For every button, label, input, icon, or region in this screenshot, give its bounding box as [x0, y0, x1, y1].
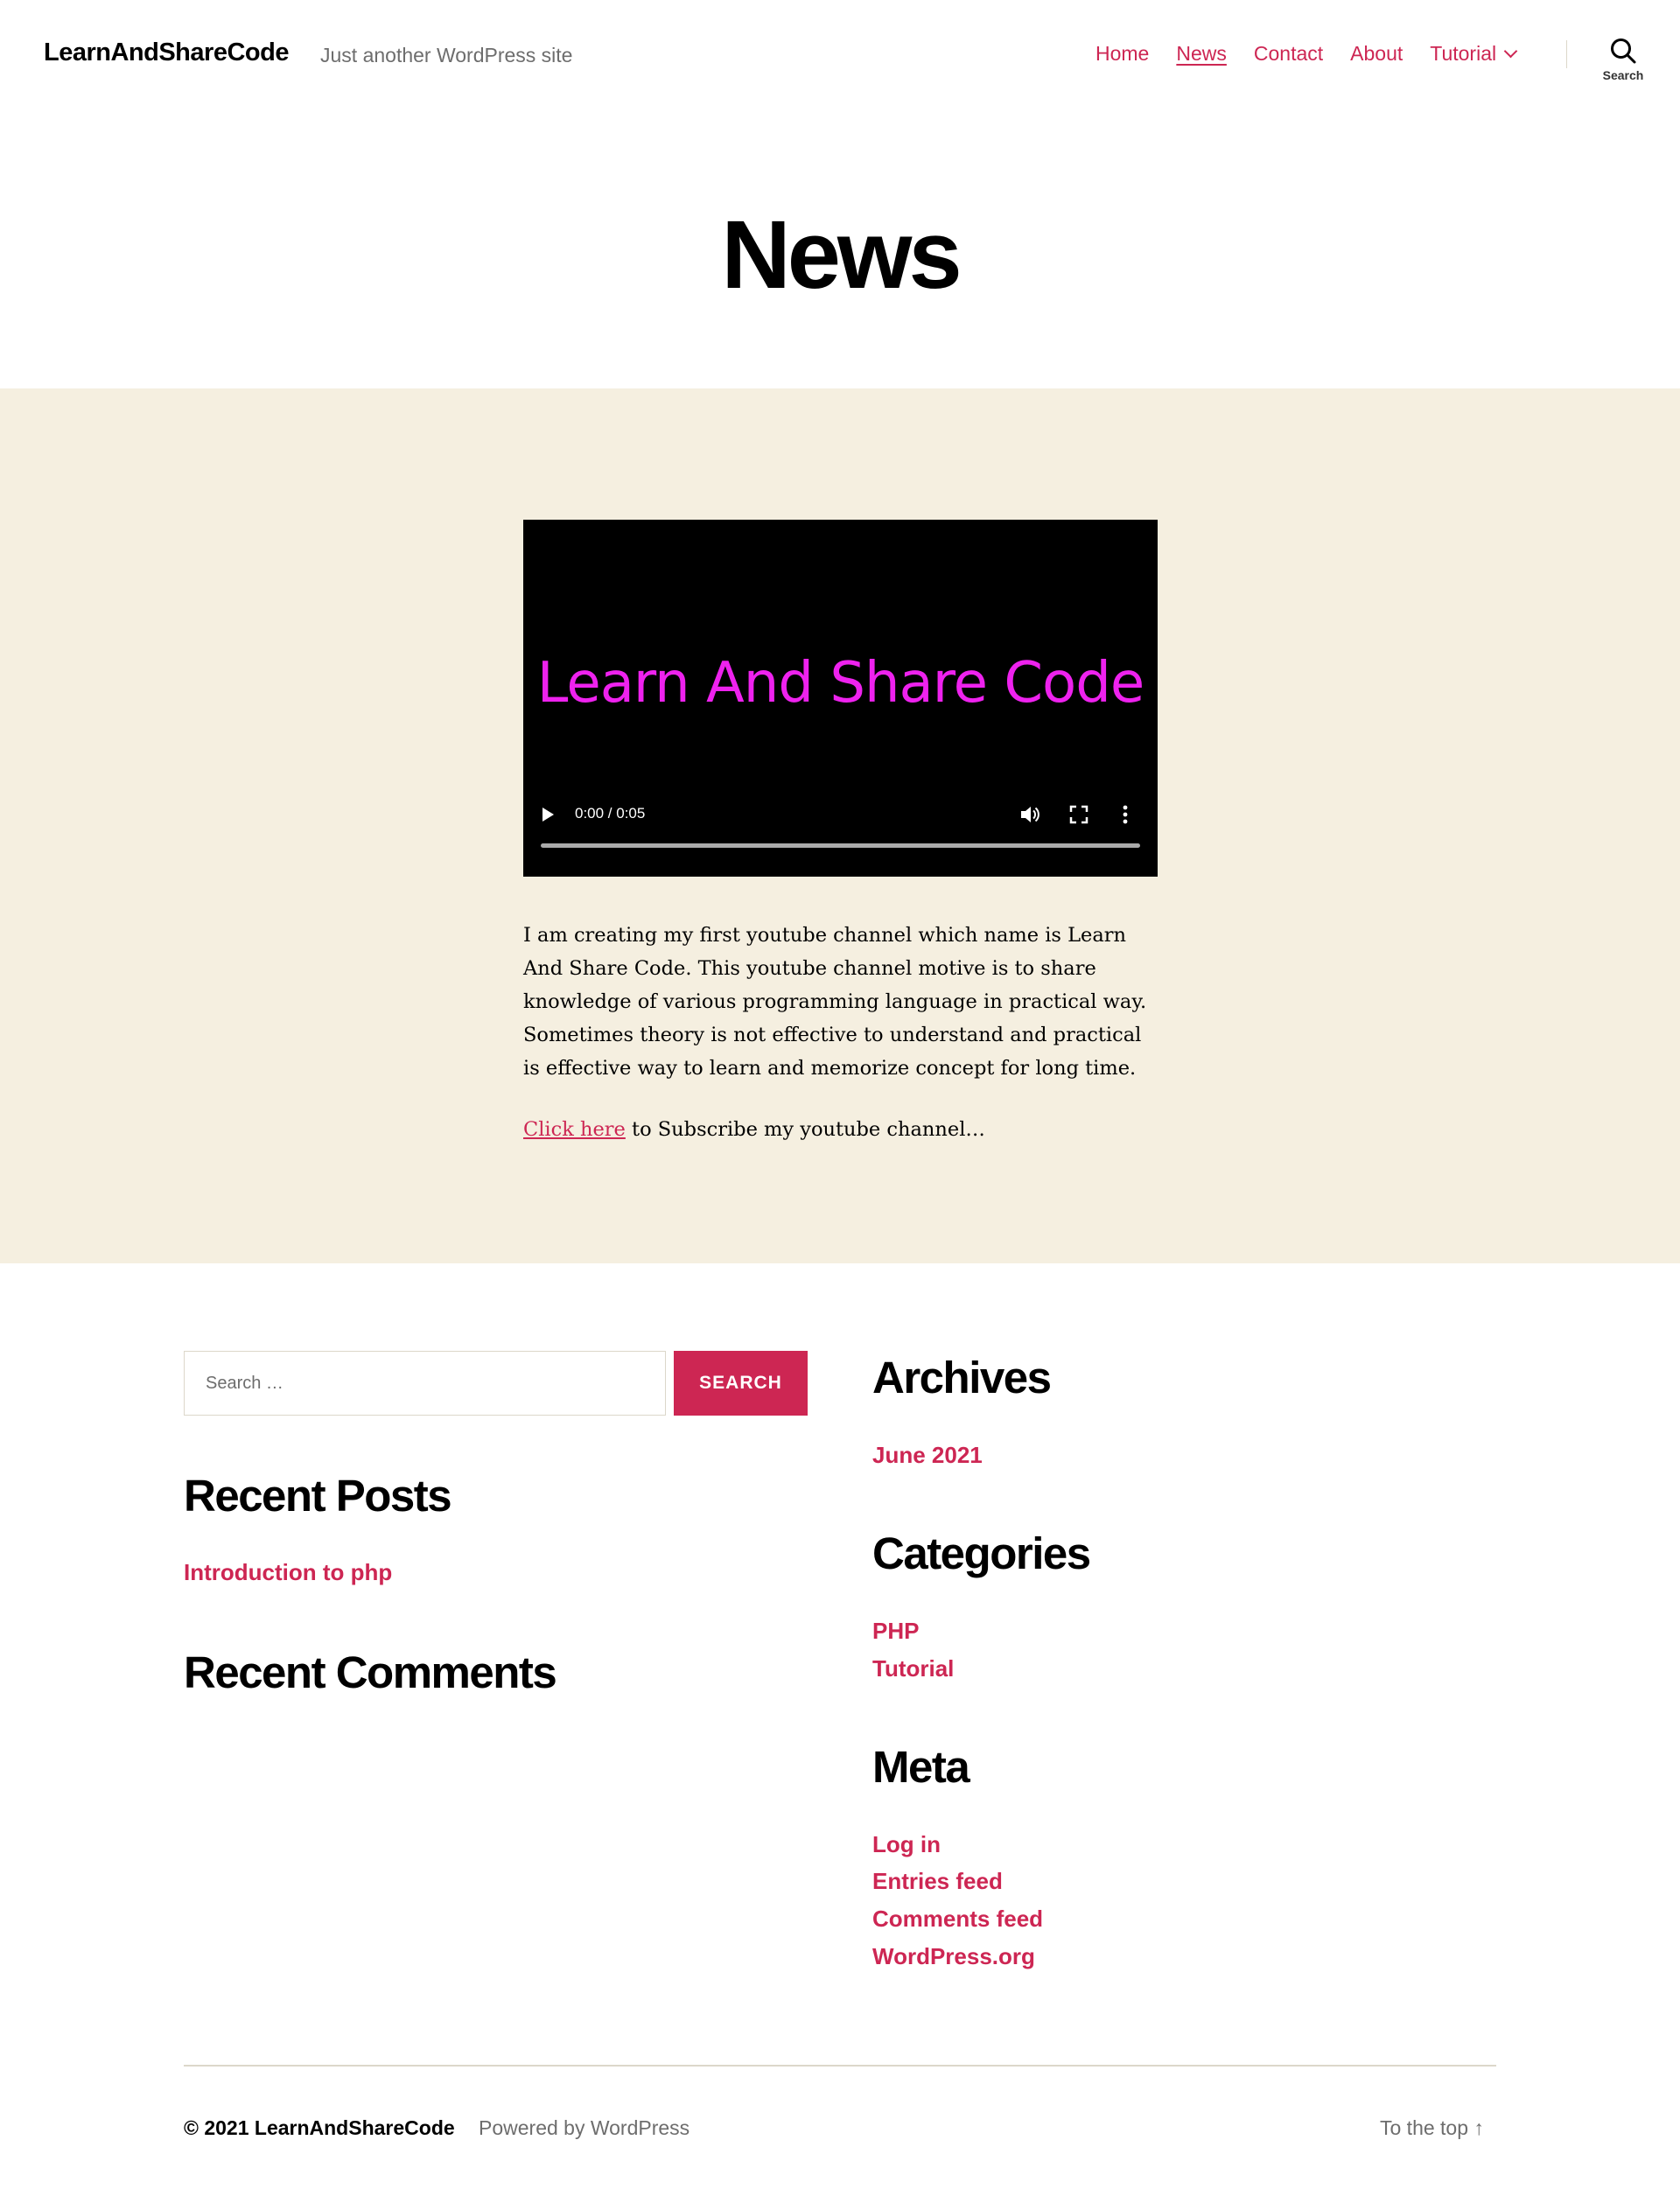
search-icon [1611, 38, 1636, 64]
subscribe-text: to Subscribe my youtube channel… [625, 1118, 985, 1141]
meta-link-login[interactable]: Log in [872, 1831, 941, 1858]
meta-title: Meta [872, 1742, 970, 1792]
footer-divider [184, 2065, 1496, 2067]
chevron-down-icon[interactable] [1503, 44, 1518, 59]
nav-item-about[interactable]: About [1350, 42, 1403, 66]
search-toggle-button[interactable]: Search [1594, 37, 1652, 94]
meta-link-comments-feed[interactable]: Comments feed [872, 1906, 1043, 1933]
fullscreen-icon[interactable] [1069, 805, 1088, 824]
site-title[interactable]: LearnAndShareCode [44, 38, 289, 67]
category-link-php[interactable]: PHP [872, 1618, 919, 1645]
category-link-tutorial[interactable]: Tutorial [872, 1655, 954, 1682]
video-controls: 0:00 / 0:05 [523, 789, 1158, 877]
nav-item-tutorial[interactable]: Tutorial [1430, 42, 1518, 66]
video-time: 0:00 / 0:05 [575, 805, 646, 822]
video-frame-text: Learn And Share Code [536, 651, 1144, 716]
nav-item-news[interactable]: News [1176, 42, 1227, 66]
nav-item-home[interactable]: Home [1096, 42, 1149, 66]
subscribe-link[interactable]: Click here [523, 1118, 626, 1141]
more-options-icon[interactable] [1121, 803, 1130, 826]
recent-posts-title: Recent Posts [184, 1471, 452, 1521]
footer-copyright[interactable]: © 2021 LearnAndShareCode [184, 2116, 455, 2140]
archives-title: Archives [872, 1353, 1052, 1402]
search-submit-button[interactable]: SEARCH [674, 1351, 808, 1416]
recent-comments-title: Recent Comments [184, 1647, 557, 1697]
nav-item-contact[interactable]: Contact [1254, 42, 1323, 66]
nav-item-tutorial-label: Tutorial [1430, 42, 1497, 65]
meta-link-entries-feed[interactable]: Entries feed [872, 1868, 1003, 1895]
header-divider [1566, 40, 1567, 68]
recent-post-link[interactable]: Introduction to php [184, 1559, 392, 1586]
to-the-top-link[interactable]: To the top ↑ [1380, 2116, 1484, 2140]
video-progress-bar[interactable] [541, 843, 1140, 848]
meta-link-wordpress-org[interactable]: WordPress.org [872, 1943, 1035, 1970]
site-description: Just another WordPress site [320, 44, 573, 66]
primary-nav: Home News Contact About Tutorial [1096, 42, 1543, 66]
search-input[interactable] [184, 1351, 666, 1416]
site-header: LearnAndShareCode Just another WordPress… [0, 0, 1680, 109]
categories-title: Categories [872, 1528, 1091, 1578]
search-toggle-label: Search [1602, 68, 1644, 82]
post-paragraph: I am creating my first youtube channel w… [523, 924, 1147, 1080]
search-form: SEARCH [184, 1351, 808, 1416]
video-player[interactable]: Learn And Share Code 0:00 / 0:05 [523, 520, 1158, 877]
page-title: News [721, 201, 962, 309]
play-icon[interactable] [542, 808, 554, 822]
archive-link[interactable]: June 2021 [872, 1442, 983, 1469]
volume-icon[interactable] [1018, 803, 1041, 826]
post-subscribe-line: Click here to Subscribe my youtube chann… [523, 1113, 1158, 1146]
post-body: I am creating my first youtube channel w… [523, 919, 1158, 1174]
powered-by-link[interactable]: Powered by WordPress [479, 2116, 690, 2140]
